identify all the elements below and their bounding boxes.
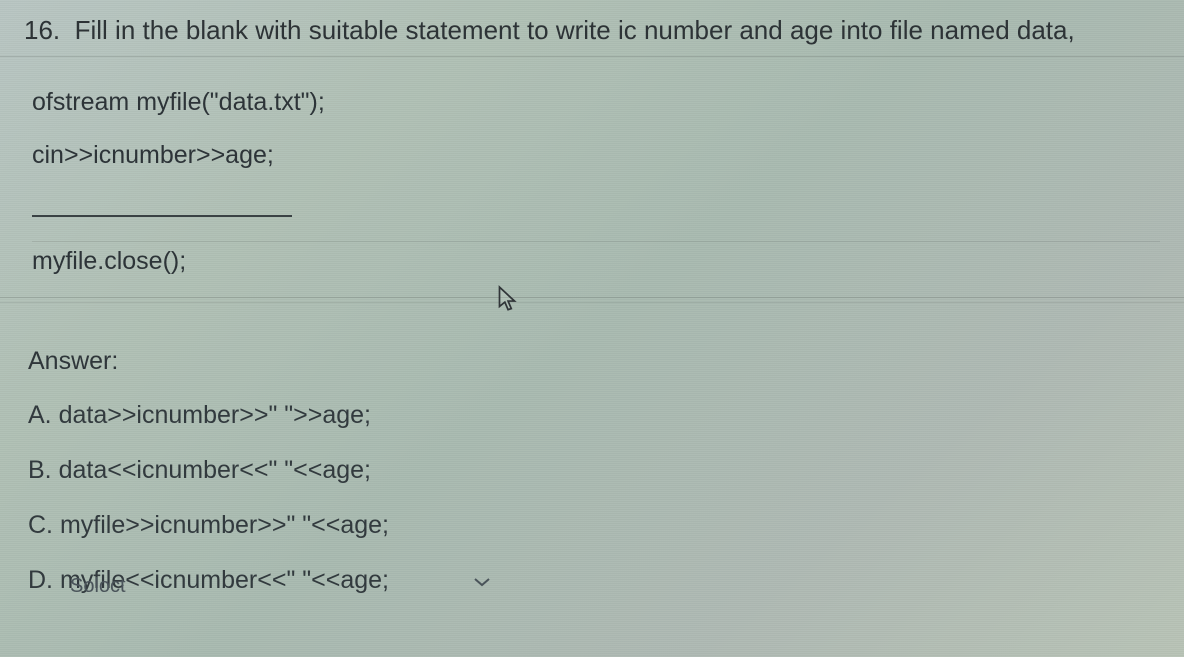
option-a[interactable]: A. data>>icnumber>>" ">>age;: [28, 398, 1160, 433]
divider: [0, 56, 1184, 57]
question-number: 16.: [24, 15, 60, 45]
question-body: Fill in the blank with suitable statemen…: [75, 15, 1075, 45]
option-c[interactable]: C. myfile>>icnumber>>" "<<age;: [28, 508, 1160, 543]
partial-footer-text: Soloct: [0, 575, 1184, 598]
cursor-icon: [495, 285, 519, 320]
answer-label: Answer:: [28, 347, 1160, 376]
divider: [0, 297, 1184, 298]
code-block: ofstream myfile("data.txt"); cin>>icnumb…: [0, 85, 1184, 279]
chevron-down-icon: [472, 575, 492, 594]
divider: [32, 241, 1160, 242]
divider: [0, 302, 1184, 303]
code-line-1: ofstream myfile("data.txt");: [32, 85, 1160, 120]
code-line-4: myfile.close();: [32, 244, 1160, 279]
answer-section: Answer: A. data>>icnumber>>" ">>age; B. …: [0, 347, 1184, 598]
fill-in-blank: [32, 191, 292, 217]
option-b[interactable]: B. data<<icnumber<<" "<<age;: [28, 453, 1160, 488]
code-line-2: cin>>icnumber>>age;: [32, 138, 1160, 173]
question-container: 16. Fill in the blank with suitable stat…: [0, 0, 1184, 598]
question-text: 16. Fill in the blank with suitable stat…: [0, 0, 1184, 52]
